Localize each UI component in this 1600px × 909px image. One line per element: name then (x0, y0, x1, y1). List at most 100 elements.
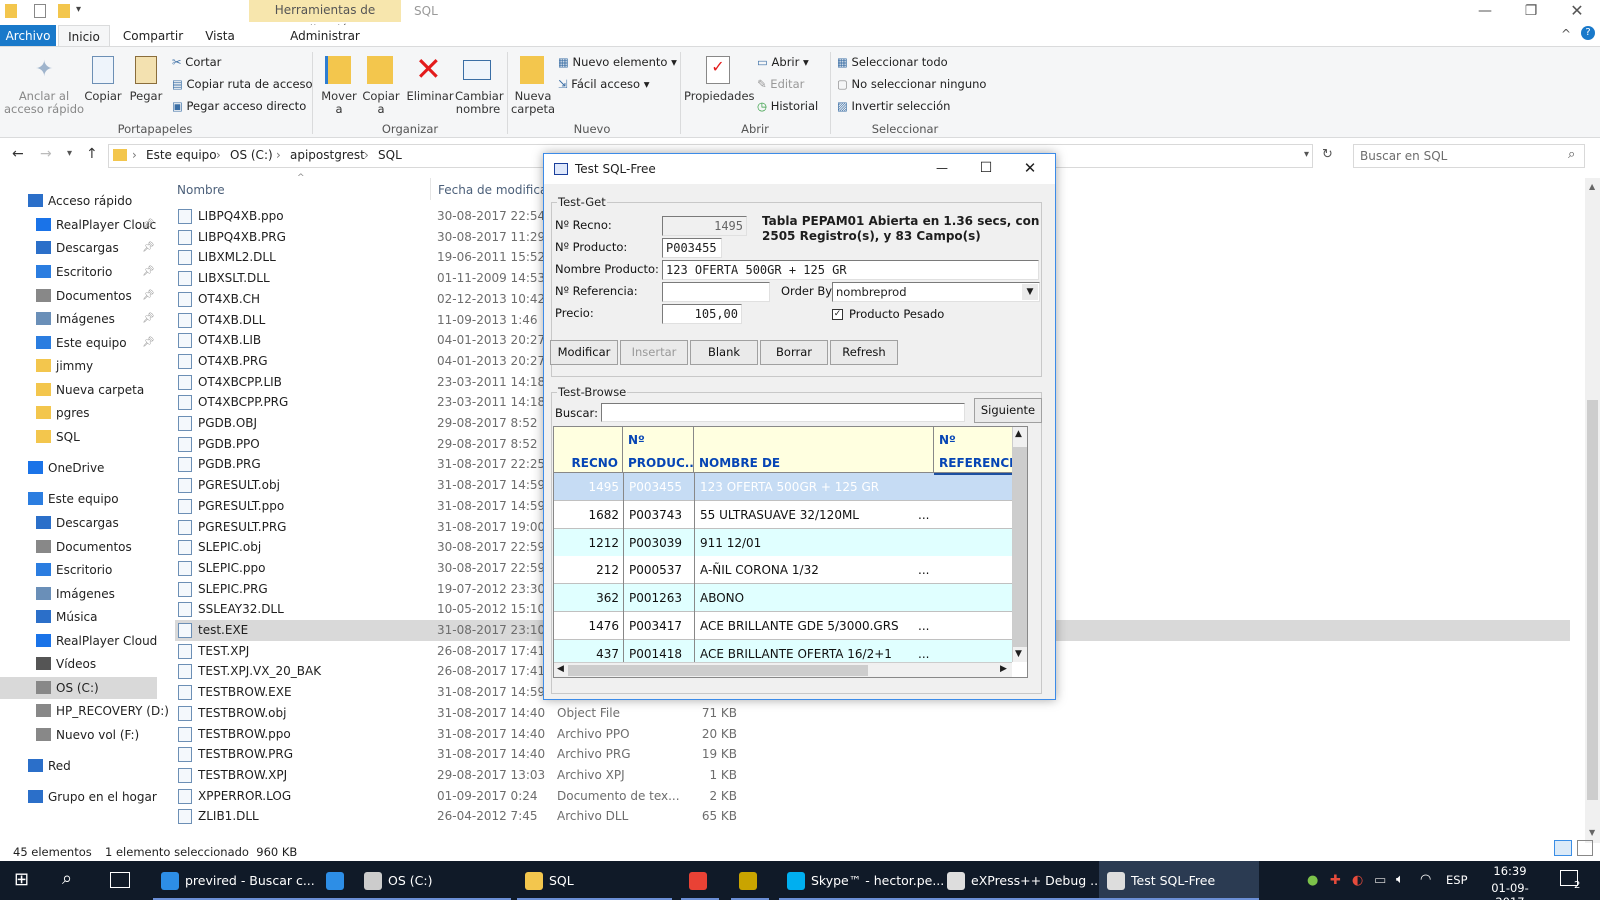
nav-item-desktop[interactable]: Escritorio 📌︎ (0, 261, 157, 283)
clock-date[interactable]: 01-09-2017 (1478, 881, 1542, 909)
taskbar-item[interactable] (681, 861, 719, 900)
blank-button[interactable]: Blank (690, 340, 758, 365)
cut-button[interactable]: ✂ Cortar (172, 55, 221, 69)
nav-item-jimmy[interactable]: jimmy (0, 355, 157, 377)
referencia-field[interactable] (662, 282, 770, 302)
grid-scroll-left-icon[interactable]: ◀ (557, 664, 564, 674)
large-icons-view-icon[interactable] (1577, 840, 1593, 856)
taskbar-item[interactable]: Test SQL-Free (1099, 861, 1259, 900)
cell-more[interactable]: ... (918, 501, 932, 529)
producto-field[interactable]: P003455 (662, 238, 722, 258)
properties-icon[interactable] (34, 4, 46, 18)
select-none-button[interactable]: ▢ No seleccionar ninguno (837, 77, 986, 91)
nav-item-pictures[interactable]: Imágenes (0, 583, 157, 605)
back-icon[interactable]: ← (12, 146, 24, 162)
copy-to-button[interactable]: Copiar a (358, 90, 404, 116)
edit-button[interactable]: ✎ Editar (757, 77, 804, 91)
crumb-este-equipo[interactable]: Este equipo (146, 147, 217, 163)
grid-scroll-up-icon[interactable]: ▲ (1015, 429, 1022, 439)
nav-item-sql[interactable]: SQL (0, 426, 157, 448)
help-icon[interactable]: ? (1581, 26, 1595, 40)
close-icon[interactable]: ✕ (1554, 0, 1600, 25)
nav-item-new-vol-f[interactable]: Nuevo vol (F:) (0, 724, 157, 746)
tray-antivirus-icon[interactable]: ✚ (1330, 873, 1341, 888)
nav-item-music[interactable]: Música (0, 606, 157, 628)
new-folder-button[interactable]: Nueva carpeta (510, 90, 556, 116)
grid-row[interactable]: 1212 P003039 911 12/01 (554, 528, 1012, 557)
wifi-icon[interactable]: ◠ (1420, 872, 1431, 887)
crumb-sql[interactable]: SQL (378, 147, 402, 163)
minimize-icon[interactable]: — (1462, 0, 1508, 25)
grid-hscroll-thumb[interactable] (568, 665, 868, 676)
grid-row[interactable]: 1476 P003417 ACE BRILLANTE GDE 5/3000.GRS.… (554, 612, 1012, 640)
cell-more[interactable]: ... (918, 556, 932, 584)
customize-qat-icon[interactable]: ▾ (76, 4, 81, 15)
modificar-button[interactable]: Modificar (550, 340, 618, 365)
language-indicator[interactable]: ESP (1446, 873, 1468, 887)
scroll-down-icon[interactable]: ▼ (1589, 828, 1595, 837)
taskbar-item[interactable]: eXPress++ Debug ... (939, 861, 1102, 900)
nav-item-os-c[interactable]: OS (C:) (0, 677, 157, 699)
insertar-button[interactable]: Insertar (620, 340, 688, 365)
precio-field[interactable]: 105,00 (662, 304, 742, 324)
browse-grid[interactable]: RECNO Nº PRODUC... NOMBRE DE Nº REFERENCIA… (553, 426, 1028, 678)
invert-selection-button[interactable]: ▨ Invertir selección (837, 99, 950, 113)
nav-item-desktop[interactable]: Escritorio (0, 559, 157, 581)
restore-icon[interactable]: ❐ (1508, 0, 1554, 25)
file-row[interactable]: TESTBROW.PRG 31-08-2017 14:40 Archivo PRG 1… (175, 744, 1570, 765)
nav-item-new-folder[interactable]: Nueva carpeta (0, 379, 157, 401)
nav-item-pgres[interactable]: pgres (0, 402, 157, 424)
tray-realplayer-icon[interactable]: ◐ (1352, 873, 1363, 888)
select-all-button[interactable]: ▦ Seleccionar todo (837, 55, 948, 69)
nav-item-documents[interactable]: Documentos (0, 536, 157, 558)
copy-button[interactable]: Copiar (84, 90, 122, 103)
header-recno[interactable]: RECNO (554, 427, 623, 473)
refresh-button[interactable]: Refresh (830, 340, 898, 365)
nav-item-videos[interactable]: Vídeos (0, 653, 157, 675)
scroll-thumb[interactable] (1587, 400, 1598, 800)
header-referencia[interactable]: Nº REFERENCIA (934, 427, 1023, 473)
scroll-up-icon[interactable]: ▲ (1589, 182, 1595, 191)
nav-item-this-pc[interactable]: Este equipo 📌︎ (0, 332, 157, 354)
column-divider[interactable] (430, 178, 431, 200)
grid-scroll-thumb[interactable] (1013, 447, 1027, 647)
tray-app-icon[interactable]: ● (1307, 873, 1318, 888)
nav-item-documents[interactable]: Documentos 📌︎ (0, 285, 157, 307)
cell-more[interactable]: ... (918, 612, 932, 640)
taskbar-item[interactable]: SQL (517, 861, 672, 900)
orderby-dropdown-icon[interactable]: ▼ (1022, 284, 1038, 300)
grid-scroll-right-icon[interactable]: ▶ (1000, 664, 1007, 674)
nav-item-network[interactable]: Red (0, 755, 157, 777)
taskbar-search-icon[interactable]: ⌕ (62, 868, 72, 889)
taskbar-item[interactable] (318, 861, 356, 900)
nav-item-quick-access[interactable]: Acceso rápido (0, 190, 157, 212)
collapse-ribbon-icon[interactable]: ^ (1561, 27, 1571, 41)
taskbar-item[interactable]: OS (C:) (356, 861, 511, 900)
up-icon[interactable]: ↑ (86, 146, 98, 162)
taskbar-item[interactable]: Skype™ - hector.pe... (779, 861, 944, 900)
grid-row[interactable]: 1682 P003743 55 ULTRASUAVE 32/120ML... (554, 500, 1012, 529)
details-view-icon[interactable] (1554, 840, 1572, 856)
volume-icon[interactable]: 🔈︎ (1396, 872, 1404, 887)
address-dropdown-icon[interactable]: ▾ (1304, 149, 1309, 160)
crumb-apipostgrest[interactable]: apipostgrest (290, 147, 365, 163)
taskbar-item[interactable] (731, 861, 769, 900)
file-row[interactable]: ZLIB1.DLL 26-04-2012 7:45 Archivo DLL 65 KB (175, 806, 1570, 827)
nav-item-realplayer-cloud[interactable]: RealPlayer Clouc 📌︎ (0, 214, 157, 236)
dialog-close-icon[interactable]: ✕ (1015, 154, 1045, 182)
tab-vista[interactable]: Vista (196, 25, 244, 47)
file-row[interactable]: TESTBROW.obj 31-08-2017 14:40 Object File 7… (175, 703, 1570, 724)
column-header-date[interactable]: Fecha de modifica... (438, 183, 559, 197)
paste-shortcut-button[interactable]: ▣ Pegar acceso directo (172, 99, 306, 113)
file-row[interactable]: XPPERROR.LOG 01-09-2017 0:24 Documento de … (175, 786, 1570, 807)
copy-path-button[interactable]: ▤ Copiar ruta de acceso (172, 77, 313, 91)
grid-scroll-down-icon[interactable]: ▼ (1015, 649, 1022, 659)
clock-time[interactable]: 16:39 (1484, 864, 1536, 878)
siguiente-button[interactable]: Siguiente (974, 398, 1042, 423)
nav-item-onedrive[interactable]: OneDrive (0, 457, 157, 479)
header-nombre[interactable]: NOMBRE DE (694, 427, 934, 473)
easy-access-button[interactable]: ⇲ Fácil acceso ▾ (558, 77, 650, 91)
taskbar-item[interactable]: previred - Buscar c... (153, 861, 318, 900)
nav-item-pictures[interactable]: Imágenes 📌︎ (0, 308, 157, 330)
column-header-name[interactable]: Nombre (177, 183, 225, 197)
